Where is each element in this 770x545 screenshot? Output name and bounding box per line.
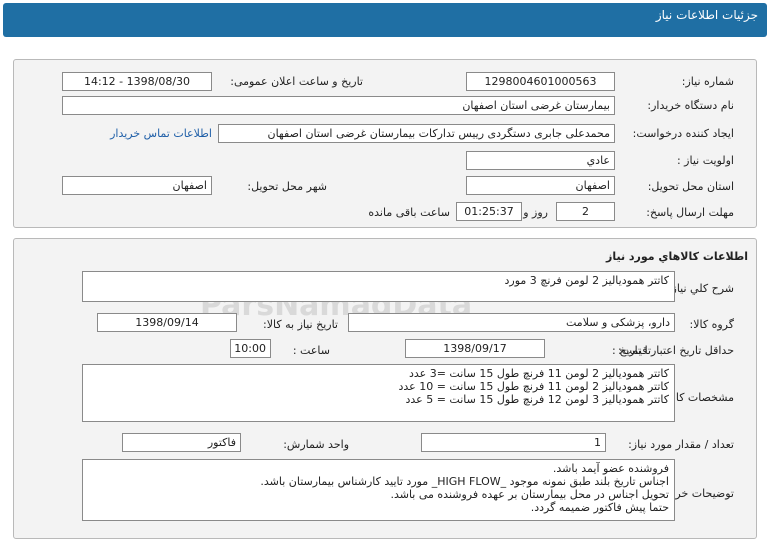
- unit-label: واحد شمارش:: [283, 438, 349, 451]
- quantity-field: 1: [421, 433, 606, 452]
- time-label: ساعت :: [292, 344, 330, 357]
- until-date-field: 1398/09/17: [405, 339, 545, 358]
- need-date-field: 1398/09/14: [97, 313, 237, 332]
- deadline-time-field: 01:25:37: [456, 202, 522, 221]
- need-date-label: تاریخ نیاز به کالا:: [263, 318, 338, 331]
- page-title: جزئیات اطلاعات نیاز: [655, 8, 758, 22]
- quantity-label: تعداد / مقدار مورد نیاز:: [628, 438, 734, 451]
- need-number-label: شماره نیاز:: [681, 75, 734, 88]
- remaining-label: ساعت باقی مانده: [368, 206, 450, 219]
- time-field: 10:00: [230, 339, 271, 358]
- need-number-field: 1298004601000563: [466, 72, 615, 91]
- announce-datetime-label: تاریخ و ساعت اعلان عمومی:: [230, 75, 363, 88]
- goods-group-label: گروه کالا:: [689, 318, 734, 331]
- delivery-city-label: شهر محل تحویل:: [247, 180, 327, 193]
- days-label: روز و: [523, 206, 548, 219]
- delivery-province-label: استان محل تحویل:: [647, 180, 734, 193]
- page-header: [3, 3, 767, 37]
- requester-label: ایجاد کننده درخواست:: [632, 127, 734, 140]
- goods-section-title: اطلاعات کالاهاي مورد نیاز: [606, 250, 748, 263]
- delivery-city-field: اصفهان: [62, 176, 212, 195]
- announce-datetime-field: 1398/08/30 - 14:12: [62, 72, 212, 91]
- requester-field: محمدعلی جابری دستگردی رییس تدارکات بیمار…: [218, 124, 615, 143]
- buyer-org-label: نام دستگاه خریدار:: [647, 99, 734, 112]
- buyer-notes-field: فروشنده عضو آیمد باشد. اجناس تاریخ بلند …: [82, 459, 675, 521]
- general-desc-label: شرح کلي نیاز:: [667, 282, 734, 295]
- unit-field: فاکتور: [122, 433, 241, 452]
- buyer-org-field: بیمارستان غرضی استان اصفهان: [62, 96, 615, 115]
- response-deadline-label: مهلت ارسال پاسخ:: [646, 206, 734, 219]
- general-desc-field: کاتتر همودیالیز 2 لومن فرنچ 3 مورد: [82, 271, 675, 302]
- goods-group-field: دارو، پزشکی و سلامت: [348, 313, 675, 332]
- buyer-contact-link[interactable]: اطلاعات تماس خریدار: [110, 127, 212, 140]
- deadline-days-field: 2: [556, 202, 615, 221]
- delivery-province-field: اصفهان: [466, 176, 615, 195]
- until-date-label: تا تاریخ :: [612, 344, 651, 357]
- priority-field: عادي: [466, 151, 615, 170]
- specs-field: کاتتر همودیالیز 2 لومن 11 فرنچ طول 15 سا…: [82, 364, 675, 422]
- priority-label: اولویت نیاز :: [676, 154, 734, 167]
